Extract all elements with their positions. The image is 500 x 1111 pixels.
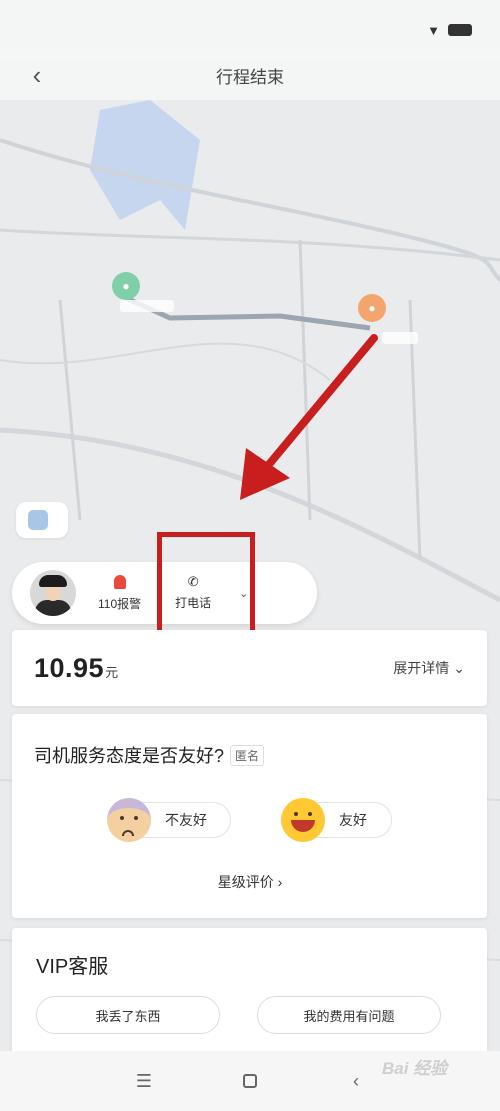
rating-question: 司机服务态度是否友好? (34, 746, 225, 766)
alarm-icon (113, 574, 126, 589)
lost-item-button[interactable]: 我丢了东西 (36, 996, 220, 1034)
chevron-right-icon: › (277, 874, 283, 890)
rating-question-row: 司机服务态度是否友好? 匿名 (34, 742, 465, 768)
anonymous-badge: 匿名 (230, 744, 265, 766)
alert-110-label: 110报警 (98, 596, 142, 611)
expand-details-label: 展开详情 (393, 660, 450, 676)
friendly-label: 友好 (339, 812, 367, 828)
fare-card: 10.95元 展开详情 ⌄ (12, 630, 487, 706)
annotation-highlight-box (157, 532, 255, 642)
alert-110-button[interactable]: 110报警 (98, 574, 142, 612)
star-rating-link[interactable]: 星级评价 › (0, 872, 500, 892)
fare-amount: 10.95 (34, 652, 105, 683)
home-icon[interactable] (239, 1070, 261, 1092)
chevron-down-icon: ⌄ (453, 659, 465, 676)
friendly-button[interactable]: 友好 (281, 798, 392, 842)
back-icon[interactable]: ‹ (345, 1070, 367, 1092)
driver-avatar (30, 570, 76, 616)
lost-item-label: 我丢了东西 (95, 1008, 161, 1024)
unfriendly-button[interactable]: 不友好 (107, 798, 231, 842)
fare-total: 10.95元 (34, 653, 118, 684)
sad-face-icon (107, 798, 151, 842)
annotation-arrow (240, 334, 378, 500)
watermark: Bai 经验 (382, 1059, 448, 1078)
fare-issue-label: 我的费用有问题 (303, 1008, 395, 1024)
menu-icon[interactable]: ☰ (133, 1070, 155, 1092)
fare-issue-button[interactable]: 我的费用有问题 (257, 996, 441, 1034)
happy-face-icon (281, 798, 325, 842)
expand-details-link[interactable]: 展开详情 ⌄ (393, 658, 465, 678)
vip-title: VIP客服 (36, 956, 109, 978)
star-rating-label: 星级评价 (217, 874, 274, 890)
unfriendly-label: 不友好 (165, 812, 207, 828)
fare-unit: 元 (105, 664, 119, 680)
